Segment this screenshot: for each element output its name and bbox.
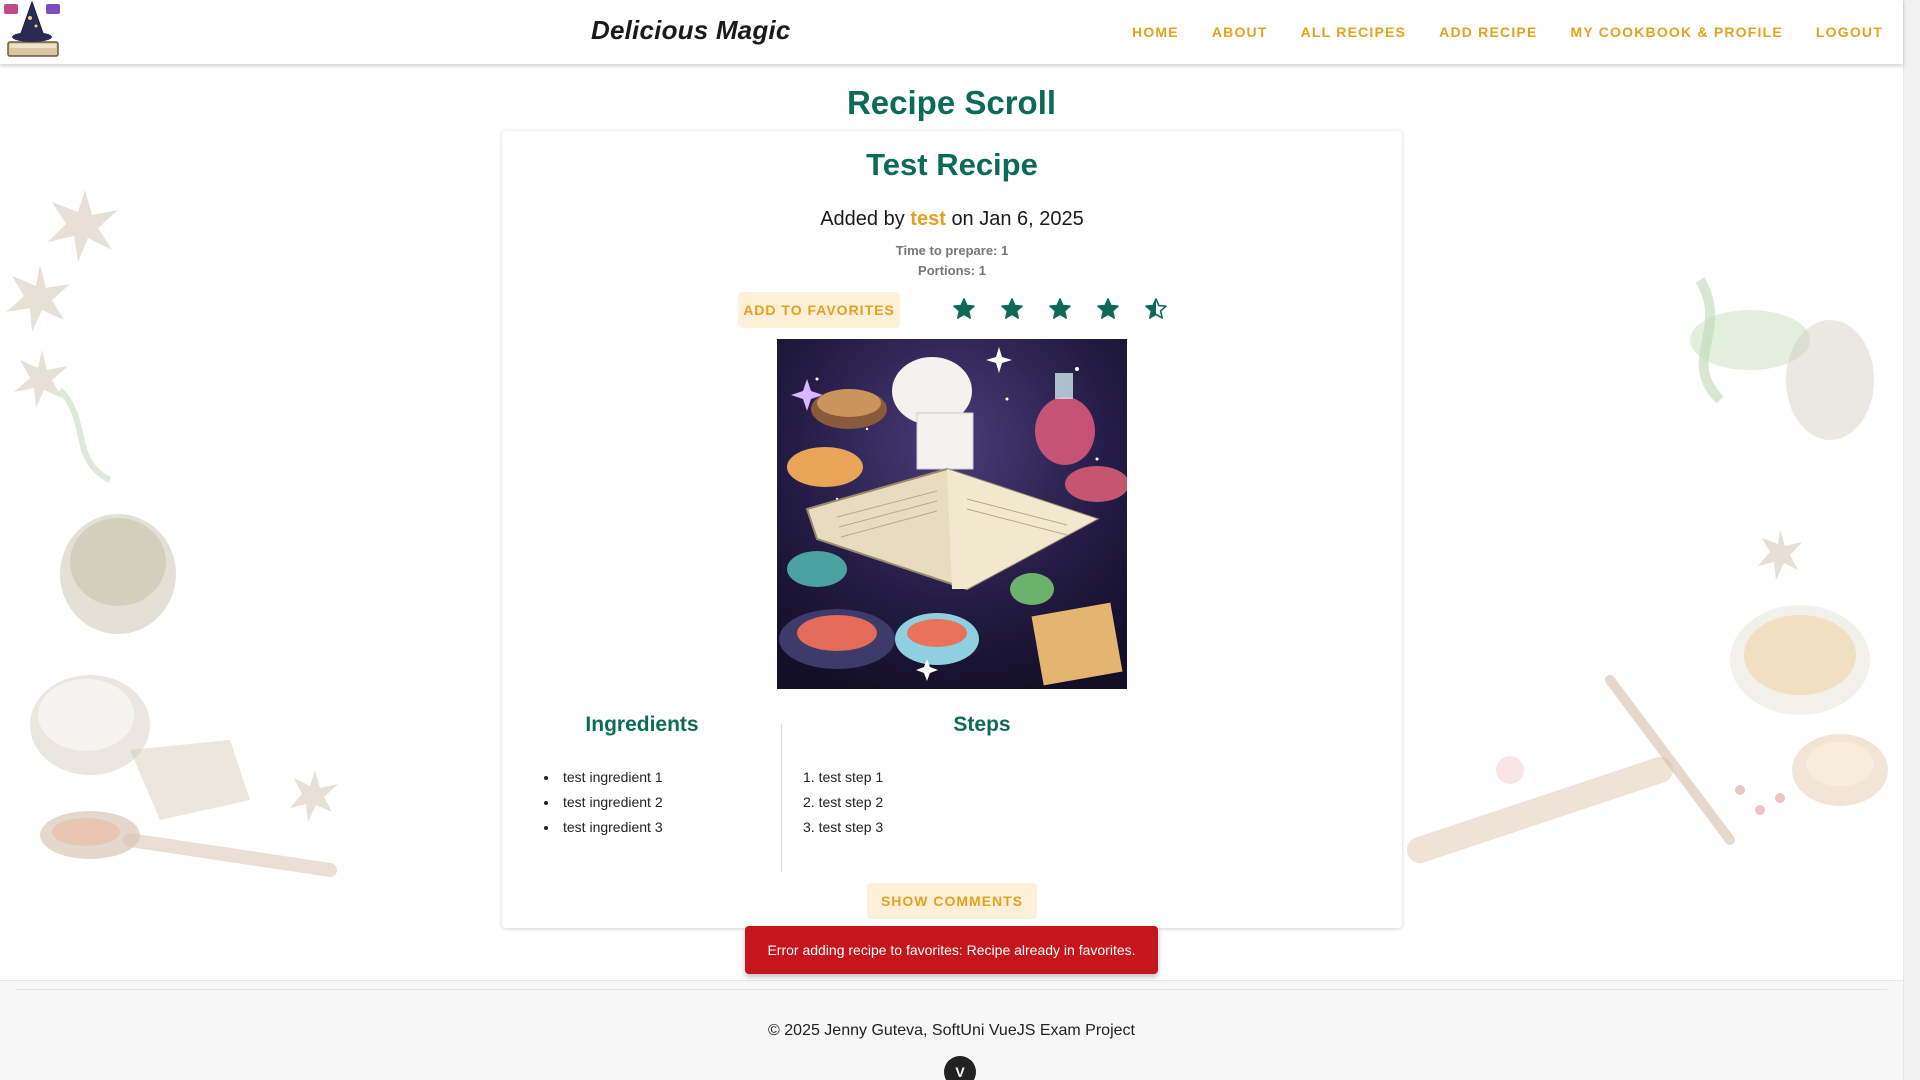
list-item: 3. test step 3 [803, 819, 884, 835]
ingredients-title: Ingredients [585, 713, 699, 736]
star-icon[interactable] [988, 293, 1036, 325]
app-header: Delicious Magic HOME ABOUT ALL RECIPES A… [0, 0, 1903, 64]
nav-home[interactable]: HOME [1132, 24, 1179, 40]
list-item: test ingredient 2 [544, 790, 663, 815]
spices-decoration-right [1400, 250, 1903, 870]
add-to-favorites-button[interactable]: ADD TO FAVORITES [738, 292, 900, 328]
ingredients-list: test ingredient 1 test ingredient 2 test… [542, 765, 663, 840]
recipe-image [777, 339, 1127, 689]
added-date: on Jan 6, 2025 [951, 208, 1084, 230]
recipe-author-link[interactable]: test [910, 208, 946, 230]
rating-stars[interactable] [940, 293, 1180, 325]
spices-decoration-left [0, 180, 400, 900]
column-divider [781, 724, 782, 872]
error-toast: Error adding recipe to favorites: Recipe… [745, 926, 1158, 974]
show-comments-button[interactable]: SHOW COMMENTS [867, 883, 1037, 919]
star-icon[interactable] [940, 293, 988, 325]
footer-copyright: © 2025 Jenny Guteva, SoftUni VueJS Exam … [768, 1022, 1135, 1039]
added-by-label: Added by [820, 208, 905, 230]
nav-logout[interactable]: LOGOUT [1816, 24, 1883, 40]
list-item: test ingredient 3 [544, 815, 663, 840]
portions: Portions: 1 [918, 263, 986, 278]
page-title: Recipe Scroll [846, 84, 1057, 121]
brand-title[interactable]: Delicious Magic [591, 15, 791, 46]
steps-list: 1. test step 1 2. test step 2 3. test st… [803, 765, 883, 840]
list-item: 1. test step 1 [803, 769, 884, 785]
recipe-author-line: Added by test on Jan 6, 2025 [502, 208, 1402, 231]
vue-badge-icon[interactable]: V [944, 1056, 976, 1080]
recipe-name: Test Recipe [866, 147, 1038, 182]
list-item: 2. test step 2 [803, 794, 884, 810]
logo-icon[interactable] [2, 0, 62, 62]
nav-about[interactable]: ABOUT [1212, 24, 1268, 40]
nav-my-cookbook-profile[interactable]: MY COOKBOOK & PROFILE [1571, 24, 1783, 40]
recipe-card: Test Recipe Added by test on Jan 6, 2025… [502, 131, 1402, 928]
star-icon[interactable] [1132, 293, 1180, 325]
steps-title: Steps [953, 713, 1011, 736]
nav-all-recipes[interactable]: ALL RECIPES [1301, 24, 1407, 40]
list-item: test ingredient 1 [544, 765, 663, 790]
prep-time: Time to prepare: 1 [895, 243, 1009, 258]
star-icon[interactable] [1036, 293, 1084, 325]
footer-divider [16, 989, 1887, 990]
main-nav: HOME ABOUT ALL RECIPES ADD RECIPE MY COO… [1099, 0, 1883, 64]
nav-add-recipe[interactable]: ADD RECIPE [1439, 24, 1537, 40]
page-scrollbar[interactable] [1903, 0, 1920, 1080]
star-icon[interactable] [1084, 293, 1132, 325]
